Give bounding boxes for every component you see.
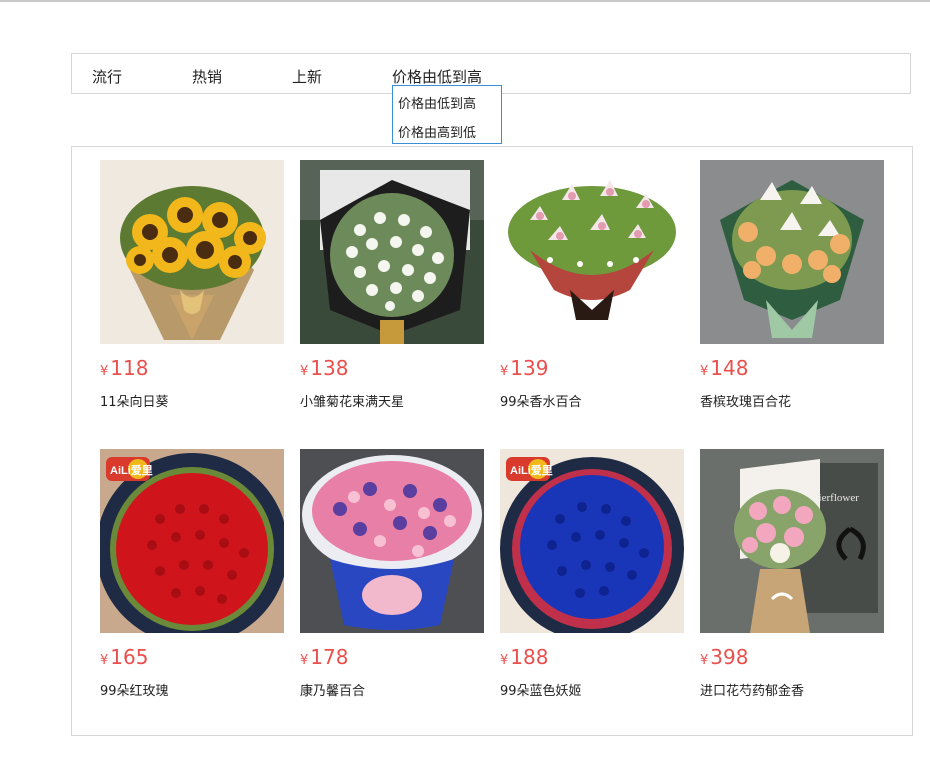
product-card[interactable]: AiLi爱里 ¥165 99朵红玫瑰: [100, 449, 284, 719]
product-name[interactable]: 康乃馨百合: [300, 680, 365, 699]
product-card[interactable]: ¥178 康乃馨百合: [300, 449, 484, 719]
product-price: ¥398: [700, 645, 749, 669]
product-name[interactable]: 小雏菊花束满天星: [300, 391, 404, 410]
product-card[interactable]: mierflower ¥398 进口花芍药郁金香: [700, 449, 884, 719]
product-price: ¥139: [500, 356, 549, 380]
product-image[interactable]: [100, 160, 284, 344]
product-image[interactable]: [300, 160, 484, 344]
product-card[interactable]: ¥118 11朵向日葵: [100, 160, 284, 430]
product-card[interactable]: ¥148 香槟玫瑰百合花: [700, 160, 884, 430]
tab-popular[interactable]: 流行: [92, 66, 122, 87]
svg-text:AiLi爱里: AiLi爱里: [110, 464, 153, 477]
top-divider: [0, 0, 930, 2]
product-price: ¥165: [100, 645, 149, 669]
product-price: ¥178: [300, 645, 349, 669]
product-card[interactable]: ¥138 小雏菊花束满天星: [300, 160, 484, 430]
product-image[interactable]: [300, 449, 484, 633]
dropdown-option-price-desc[interactable]: 价格由高到低: [398, 122, 476, 141]
dropdown-option-price-asc[interactable]: 价格由低到高: [398, 93, 476, 112]
product-grid: ¥118 11朵向日葵 ¥138 小雏菊花束满天星 ¥ 139 99朵香水百合 …: [71, 146, 913, 736]
product-price: ¥148: [700, 356, 749, 380]
product-name[interactable]: 进口花芍药郁金香: [700, 680, 804, 699]
tab-new-arrival[interactable]: 上新: [292, 66, 322, 87]
product-card[interactable]: AiLi爱里 ¥188 99朵蓝色妖姬: [500, 449, 684, 719]
product-price: ¥188: [500, 645, 549, 669]
product-price: ¥138: [300, 356, 349, 380]
product-name[interactable]: 99朵红玫瑰: [100, 680, 169, 699]
product-name[interactable]: 11朵向日葵: [100, 391, 169, 410]
product-price: ¥118: [100, 356, 149, 380]
product-card[interactable]: ¥139 99朵香水百合: [500, 160, 684, 430]
product-image[interactable]: mierflower: [700, 449, 884, 633]
product-name[interactable]: 99朵香水百合: [500, 391, 582, 410]
product-name[interactable]: 99朵蓝色妖姬: [500, 680, 582, 699]
tab-hot-sale[interactable]: 热销: [192, 66, 222, 87]
product-image[interactable]: [500, 160, 684, 344]
product-name[interactable]: 香槟玫瑰百合花: [700, 391, 791, 410]
price-sort-dropdown: 价格由低到高 价格由高到低: [392, 85, 502, 144]
product-image[interactable]: [700, 160, 884, 344]
product-image[interactable]: AiLi爱里: [100, 449, 284, 633]
svg-text:AiLi爱里: AiLi爱里: [510, 464, 553, 477]
product-image[interactable]: AiLi爱里: [500, 449, 684, 633]
tab-price-sort[interactable]: 价格由低到高: [392, 66, 482, 87]
